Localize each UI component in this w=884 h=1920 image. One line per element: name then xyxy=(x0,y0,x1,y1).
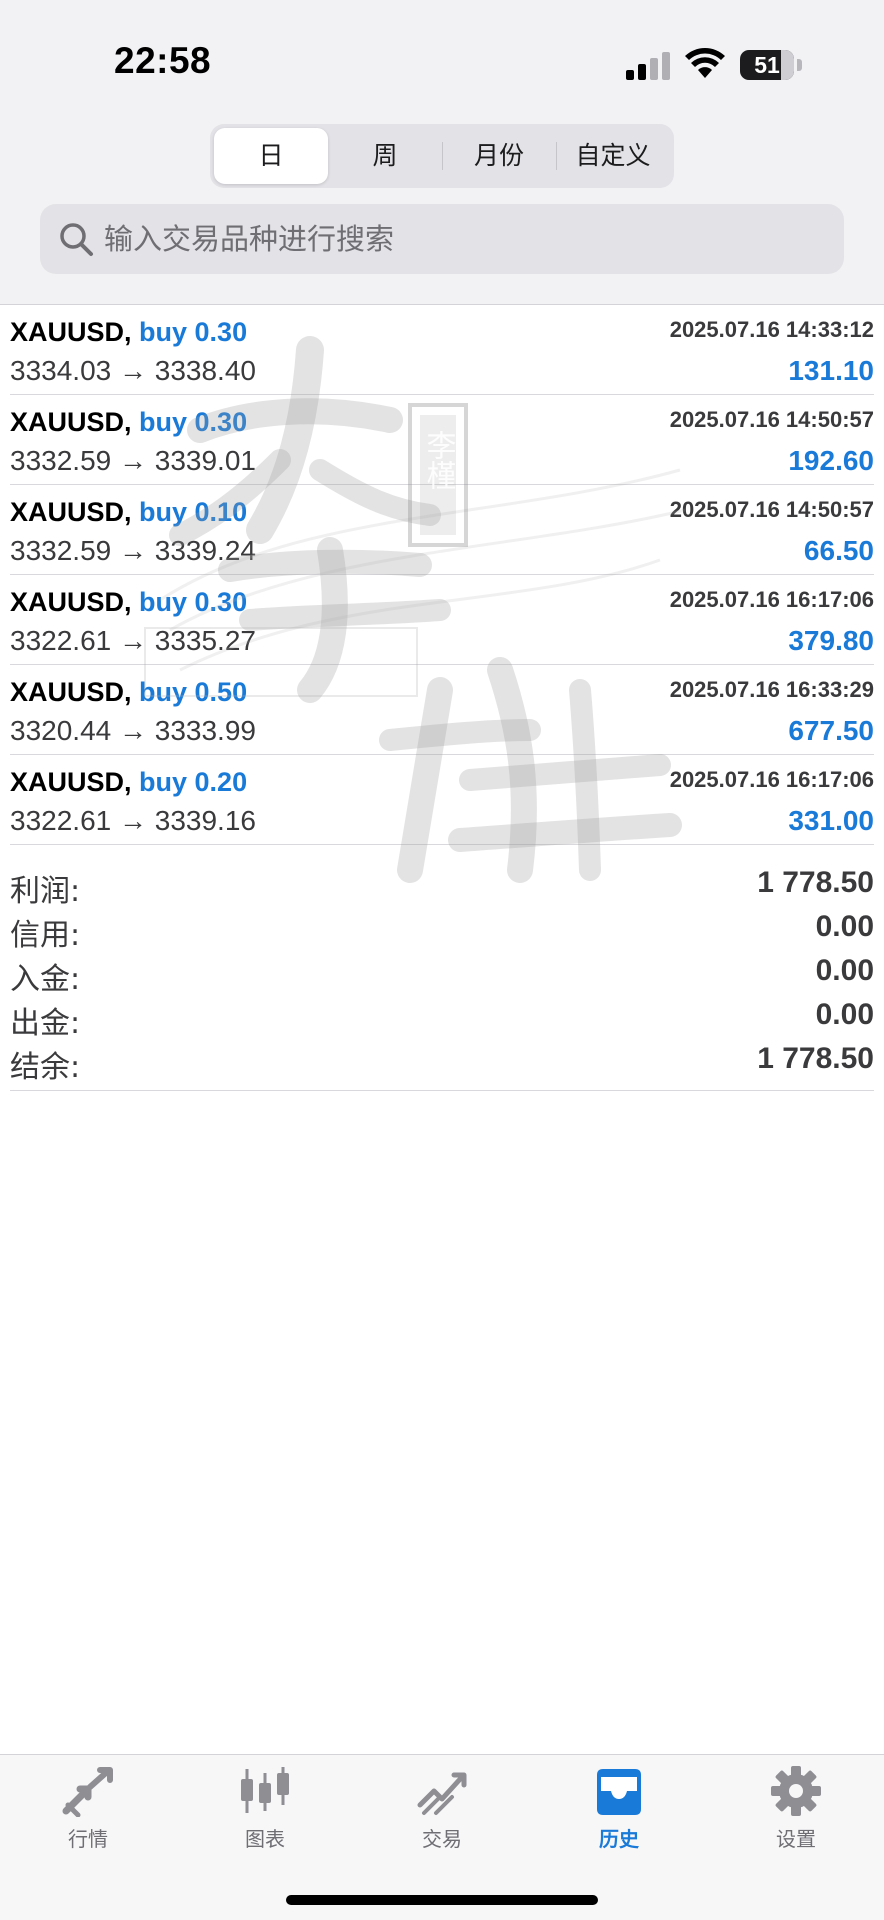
symbol-text: XAUUSD, xyxy=(10,677,132,707)
trade-row[interactable]: XAUUSD, buy 0.30 2025.07.16 16:17:06 332… xyxy=(10,575,874,665)
trade-time: 2025.07.16 14:33:12 xyxy=(669,317,874,342)
segment-week[interactable]: 周 xyxy=(328,128,442,184)
trade-profit: 677.50 xyxy=(788,715,874,746)
quotes-arrows-icon xyxy=(62,1767,113,1817)
trade-profit: 131.10 xyxy=(788,355,874,386)
summary-row-withdrawal: 出金: 0.00 xyxy=(10,994,874,1041)
symbol-text: XAUUSD, xyxy=(10,497,132,527)
trade-row[interactable]: XAUUSD, buy 0.20 2025.07.16 16:17:06 332… xyxy=(10,755,874,845)
trade-prices: 3334.03 → 3338.40 xyxy=(10,355,256,386)
trade-profit: 66.50 xyxy=(803,535,874,566)
trade-profit: 379.80 xyxy=(788,625,874,656)
trade-chart-icon xyxy=(417,1772,467,1815)
trade-side: buy 0.20 xyxy=(139,767,248,797)
trade-profit: 192.60 xyxy=(788,445,874,476)
tab-label: 图表 xyxy=(245,1827,285,1851)
trade-time: 2025.07.16 16:17:06 xyxy=(669,767,874,792)
trade-time: 2025.07.16 16:17:06 xyxy=(669,587,874,612)
summary-row-deposit: 入金: 0.00 xyxy=(10,950,874,997)
wifi-icon xyxy=(685,48,725,78)
summary-row-profit: 利润: 1 778.50 xyxy=(10,862,874,909)
trade-side: buy 0.10 xyxy=(139,497,248,527)
tab-bar: 行情 图表 交易 历史 设置 xyxy=(0,1754,884,1920)
search-input[interactable] xyxy=(104,222,804,256)
segment-month[interactable]: 月份 xyxy=(442,128,556,184)
period-segmented-control: 日 周 月份 自定义 xyxy=(210,124,674,188)
trade-time: 2025.07.16 16:33:29 xyxy=(669,677,874,702)
battery-icon: 51 xyxy=(740,50,802,80)
trade-row[interactable]: XAUUSD, buy 0.10 2025.07.16 14:50:57 333… xyxy=(10,485,874,575)
summary-value: 0.00 xyxy=(815,954,874,987)
segment-day[interactable]: 日 xyxy=(214,128,328,184)
summary-value: 0.00 xyxy=(815,910,874,943)
trade-profit: 331.00 xyxy=(788,805,874,836)
cellular-signal-icon xyxy=(626,50,672,80)
trade-symbol: XAUUSD, buy 0.10 xyxy=(10,497,247,528)
tab-label: 行情 xyxy=(68,1827,108,1851)
trade-prices: 3322.61 → 3335.27 xyxy=(10,625,256,656)
tab-settings[interactable]: 设置 xyxy=(736,1765,856,1865)
trade-prices: 3322.61 → 3339.16 xyxy=(10,805,256,836)
symbol-text: XAUUSD, xyxy=(10,407,132,437)
battery-empty-part xyxy=(781,50,794,80)
summary-label: 结余: xyxy=(10,1050,81,1085)
battery-level: 51 xyxy=(754,52,780,78)
trade-symbol: XAUUSD, buy 0.20 xyxy=(10,767,247,798)
trade-prices: 3332.59 → 3339.01 xyxy=(10,445,256,476)
candlestick-chart-icon xyxy=(241,1767,289,1813)
trade-row[interactable]: XAUUSD, buy 0.30 2025.07.16 14:33:12 333… xyxy=(10,305,874,395)
trade-side: buy 0.50 xyxy=(139,677,248,707)
symbol-text: XAUUSD, xyxy=(10,767,132,797)
trade-prices: 3320.44 → 3333.99 xyxy=(10,715,256,746)
gear-icon xyxy=(771,1766,821,1816)
search-bar[interactable] xyxy=(40,204,844,274)
home-indicator[interactable] xyxy=(286,1895,598,1905)
trade-side: buy 0.30 xyxy=(139,317,248,347)
tab-trade[interactable]: 交易 xyxy=(382,1765,502,1865)
trade-row[interactable]: XAUUSD, buy 0.50 2025.07.16 16:33:29 332… xyxy=(10,665,874,755)
trade-time: 2025.07.16 14:50:57 xyxy=(669,497,874,522)
summary-value: 1 778.50 xyxy=(757,866,874,899)
summary-row-balance: 结余: 1 778.50 xyxy=(10,1038,874,1085)
trade-time: 2025.07.16 14:50:57 xyxy=(669,407,874,432)
symbol-text: XAUUSD, xyxy=(10,587,132,617)
summary-label: 出金: xyxy=(10,1006,81,1041)
tab-label: 交易 xyxy=(422,1827,462,1851)
summary-value: 0.00 xyxy=(815,998,874,1031)
summary-label: 入金: xyxy=(10,962,81,997)
trade-side: buy 0.30 xyxy=(139,587,248,617)
trade-side: buy 0.30 xyxy=(139,407,248,437)
summary-label: 利润: xyxy=(10,874,81,909)
history-inbox-icon xyxy=(597,1769,641,1815)
symbol-text: XAUUSD, xyxy=(10,317,132,347)
top-area: 22:58 51 日 周 月份 自定义 xyxy=(0,0,884,305)
tab-quotes[interactable]: 行情 xyxy=(28,1765,148,1865)
tab-label: 设置 xyxy=(776,1827,816,1851)
trade-symbol: XAUUSD, buy 0.30 xyxy=(10,317,247,348)
trade-symbol: XAUUSD, buy 0.50 xyxy=(10,677,247,708)
trade-row[interactable]: XAUUSD, buy 0.30 2025.07.16 14:50:57 333… xyxy=(10,395,874,485)
account-summary: 利润: 1 778.50 信用: 0.00 入金: 0.00 出金: 0.00 … xyxy=(10,862,874,1091)
trade-symbol: XAUUSD, buy 0.30 xyxy=(10,407,247,438)
tab-history[interactable]: 历史 xyxy=(559,1765,679,1865)
trade-list: XAUUSD, buy 0.30 2025.07.16 14:33:12 333… xyxy=(0,305,884,845)
segment-custom[interactable]: 自定义 xyxy=(556,128,670,184)
status-time: 22:58 xyxy=(114,40,212,81)
tab-label: 历史 xyxy=(599,1827,639,1851)
trade-prices: 3332.59 → 3339.24 xyxy=(10,535,256,566)
tab-charts[interactable]: 图表 xyxy=(205,1765,325,1865)
search-icon xyxy=(60,223,93,256)
summary-label: 信用: xyxy=(10,918,81,953)
summary-value: 1 778.50 xyxy=(757,1042,874,1075)
trade-symbol: XAUUSD, buy 0.30 xyxy=(10,587,247,618)
summary-row-credit: 信用: 0.00 xyxy=(10,906,874,953)
